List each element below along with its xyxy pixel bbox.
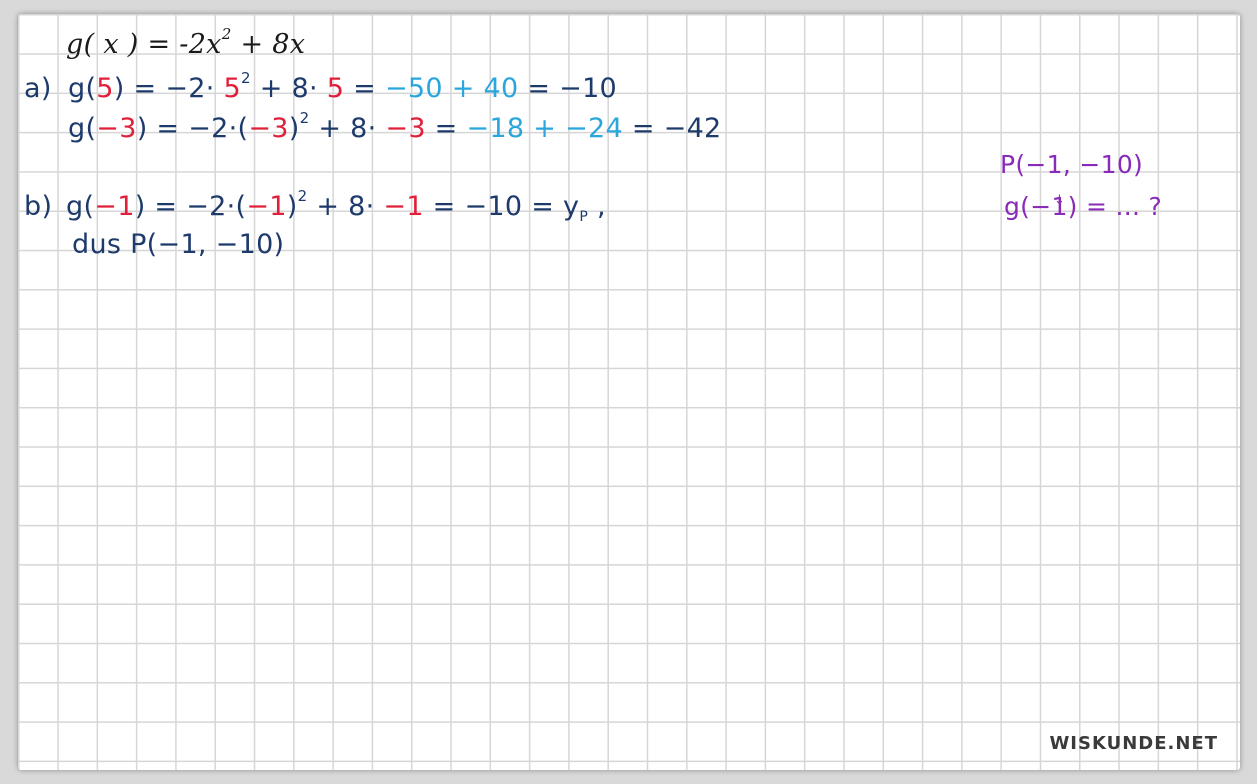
a2-mid: + 8·	[309, 113, 386, 144]
a2-base: −3	[248, 113, 289, 144]
b1-sub: P	[579, 209, 589, 225]
function-definition: g( x ) = -2x2 + 8x	[66, 25, 306, 62]
a1-arg2: 5	[326, 73, 345, 104]
part-a-label: a)	[24, 73, 52, 104]
part-b-line-1: g(−1) = −2·(−1)2 + 8· −1 = −10 = yP ,	[66, 187, 606, 225]
a2-eq3: = −42	[622, 113, 722, 144]
a1-eq3: = −10	[518, 73, 618, 104]
a1-rp: )	[113, 73, 125, 104]
part-a-line-1: g(5) = −2· 52 + 8· 5 = −50 + 40 = −10	[68, 69, 618, 106]
a1-arg: 5	[96, 73, 114, 104]
b1-arg2: −1	[383, 191, 424, 222]
a2-exp: 2	[299, 109, 310, 127]
a2-eq1: = −2·(	[147, 113, 249, 144]
side-note-question: g(−1) = ... ?	[1004, 192, 1163, 221]
def-exp: 2	[221, 25, 232, 43]
watermark-logo: WISKUNDE.NET	[1049, 733, 1218, 754]
a2-arg2: −3	[385, 113, 426, 144]
a1-base: 5	[223, 73, 241, 104]
part-b-line-2: dus P(−1, −10)	[72, 229, 285, 260]
a2-blue: −18 + −24	[466, 113, 623, 144]
b1-exp: 2	[297, 187, 308, 205]
a1-exp: 2	[240, 69, 251, 87]
a2-eq2: =	[425, 113, 467, 144]
side-note-point: P(−1, −10)	[1000, 150, 1144, 179]
a2-rp2: )	[288, 113, 300, 144]
b1-arg: −1	[94, 191, 135, 222]
a1-eq1: = −2·	[124, 73, 224, 104]
a1-eq2: =	[344, 73, 385, 104]
part-b-label: b)	[24, 191, 53, 222]
a1-g: g	[68, 73, 86, 104]
b1-base: −1	[246, 191, 287, 222]
b1-rp: )	[134, 191, 146, 222]
b1-lp: (	[83, 191, 95, 222]
part-a-line-2: g(−3) = −2·(−3)2 + 8· −3 = −18 + −24 = −…	[68, 109, 722, 146]
def-x: x	[94, 29, 128, 60]
b1-rp2: )	[286, 191, 298, 222]
a2-g: g	[68, 113, 86, 144]
grid-paper: g( x ) = -2x2 + 8x a) g(5) = −2· 52 + 8·…	[18, 14, 1240, 770]
a1-lp: (	[85, 73, 97, 104]
b1-mid: + 8·	[307, 191, 384, 222]
b1-tail: ,	[588, 191, 606, 222]
a1-mid: + 8·	[250, 73, 327, 104]
b1-eq1: = −2·(	[145, 191, 247, 222]
a1-blue: −50 + 40	[384, 73, 519, 104]
def-coef: -2x	[179, 29, 222, 60]
b1-g: g	[66, 191, 84, 222]
a2-lp: (	[85, 113, 97, 144]
a2-arg: −3	[96, 113, 137, 144]
a2-rp: )	[136, 113, 148, 144]
b1-eq2: = −10 = y	[423, 191, 580, 222]
def-rp: )	[127, 29, 139, 60]
def-lp: (	[83, 29, 95, 60]
def-eq: =	[138, 29, 180, 60]
def-func: g	[66, 29, 84, 60]
def-rest: + 8x	[231, 29, 306, 60]
